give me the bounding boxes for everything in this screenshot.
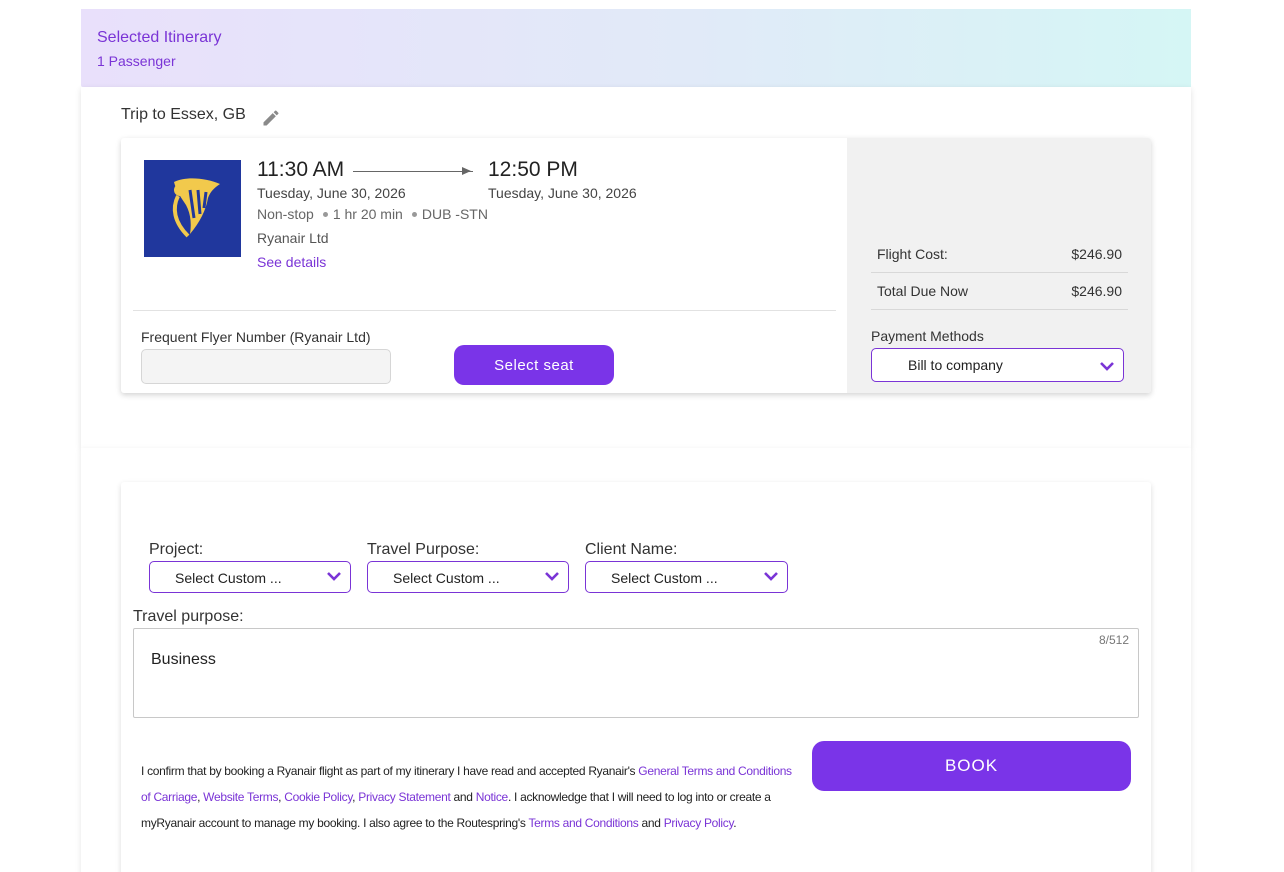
terms-text-part: . xyxy=(733,816,737,830)
project-select-value: Select Custom ... xyxy=(175,570,282,586)
dot-separator xyxy=(411,211,417,217)
website-terms-link[interactable]: Website Terms xyxy=(203,790,278,804)
frequent-flyer-input[interactable] xyxy=(141,349,391,384)
passenger-count: 1 Passenger xyxy=(97,53,176,69)
project-select[interactable]: Select Custom ... xyxy=(149,561,351,593)
route-arrow-line xyxy=(353,171,473,172)
privacy-statement-link[interactable]: Privacy Statement xyxy=(358,790,451,804)
cost-panel: Flight Cost: $246.90 Total Due Now $246.… xyxy=(847,138,1151,393)
divider xyxy=(133,310,836,311)
airline-name: Ryanair Ltd xyxy=(257,230,329,246)
notice-link[interactable]: Notice xyxy=(476,790,509,804)
terms-separator: and xyxy=(638,816,664,830)
travel-purpose-textarea[interactable]: 8/512 Business xyxy=(133,628,1139,718)
client-name-label: Client Name: xyxy=(585,541,678,558)
total-due-row: Total Due Now $246.90 xyxy=(871,273,1128,310)
flight-meta: Non-stop 1 hr 20 min DUB -STN xyxy=(257,206,488,222)
departure-time: 11:30 AM xyxy=(257,158,345,181)
booking-details-panel: Project: Select Custom ... Travel Purpos… xyxy=(121,482,1151,872)
frequent-flyer-label: Frequent Flyer Number (Ryanair Ltd) xyxy=(141,329,371,345)
trip-title: Trip to Essex, GB xyxy=(121,106,246,123)
duration: 1 hr 20 min xyxy=(332,206,403,222)
routespring-terms-link[interactable]: Terms and Conditions xyxy=(528,816,638,830)
trip-panel: Trip to Essex, GB 11:30 AM 12:50 PM Tues… xyxy=(81,87,1191,448)
travel-purpose-select-value: Select Custom ... xyxy=(393,570,500,586)
arrow-right-icon xyxy=(462,167,471,175)
book-button[interactable]: BOOK xyxy=(812,741,1131,791)
total-due-label: Total Due Now xyxy=(877,283,969,299)
arrival-time: 12:50 PM xyxy=(488,158,578,181)
travel-purpose-select-label: Travel Purpose: xyxy=(367,541,480,558)
header-title: Selected Itinerary xyxy=(97,29,222,46)
see-details-link[interactable]: See details xyxy=(257,254,326,270)
terms-text-part: I confirm that by booking a Ryanair flig… xyxy=(141,764,639,778)
chevron-down-icon xyxy=(764,572,778,581)
flight-cost-value: $246.90 xyxy=(1071,246,1122,262)
departure-date: Tuesday, June 30, 2026 xyxy=(257,185,406,201)
terms-separator: and xyxy=(450,790,476,804)
payment-methods-label: Payment Methods xyxy=(871,328,984,344)
arrival-date: Tuesday, June 30, 2026 xyxy=(488,185,637,201)
client-name-select-value: Select Custom ... xyxy=(611,570,718,586)
terms-text: I confirm that by booking a Ryanair flig… xyxy=(141,758,801,836)
dot-separator xyxy=(322,211,328,217)
total-due-value: $246.90 xyxy=(1071,283,1122,299)
client-name-select[interactable]: Select Custom ... xyxy=(585,561,788,593)
chevron-down-icon xyxy=(1100,362,1114,371)
privacy-policy-link[interactable]: Privacy Policy xyxy=(664,816,734,830)
stops: Non-stop xyxy=(257,206,314,222)
character-count: 8/512 xyxy=(1098,633,1129,647)
chevron-down-icon xyxy=(327,572,341,581)
itinerary-header: Selected Itinerary 1 Passenger xyxy=(81,9,1191,87)
payment-method-value: Bill to company xyxy=(908,357,1003,373)
cookie-policy-link[interactable]: Cookie Policy xyxy=(284,790,352,804)
select-seat-button[interactable]: Select seat xyxy=(454,345,614,385)
chevron-down-icon xyxy=(545,572,559,581)
flight-cost-row: Flight Cost: $246.90 xyxy=(871,236,1128,273)
flight-card: 11:30 AM 12:50 PM Tuesday, June 30, 2026… xyxy=(121,138,1151,393)
ryanair-logo xyxy=(144,160,241,257)
travel-purpose-value: Business xyxy=(151,651,216,668)
route: DUB -STN xyxy=(421,206,488,222)
project-label: Project: xyxy=(149,541,204,558)
pencil-icon[interactable] xyxy=(261,108,281,128)
payment-method-select[interactable]: Bill to company xyxy=(871,348,1124,382)
flight-cost-label: Flight Cost: xyxy=(877,246,948,262)
travel-purpose-label: Travel purpose: xyxy=(133,608,244,625)
travel-purpose-select[interactable]: Select Custom ... xyxy=(367,561,569,593)
